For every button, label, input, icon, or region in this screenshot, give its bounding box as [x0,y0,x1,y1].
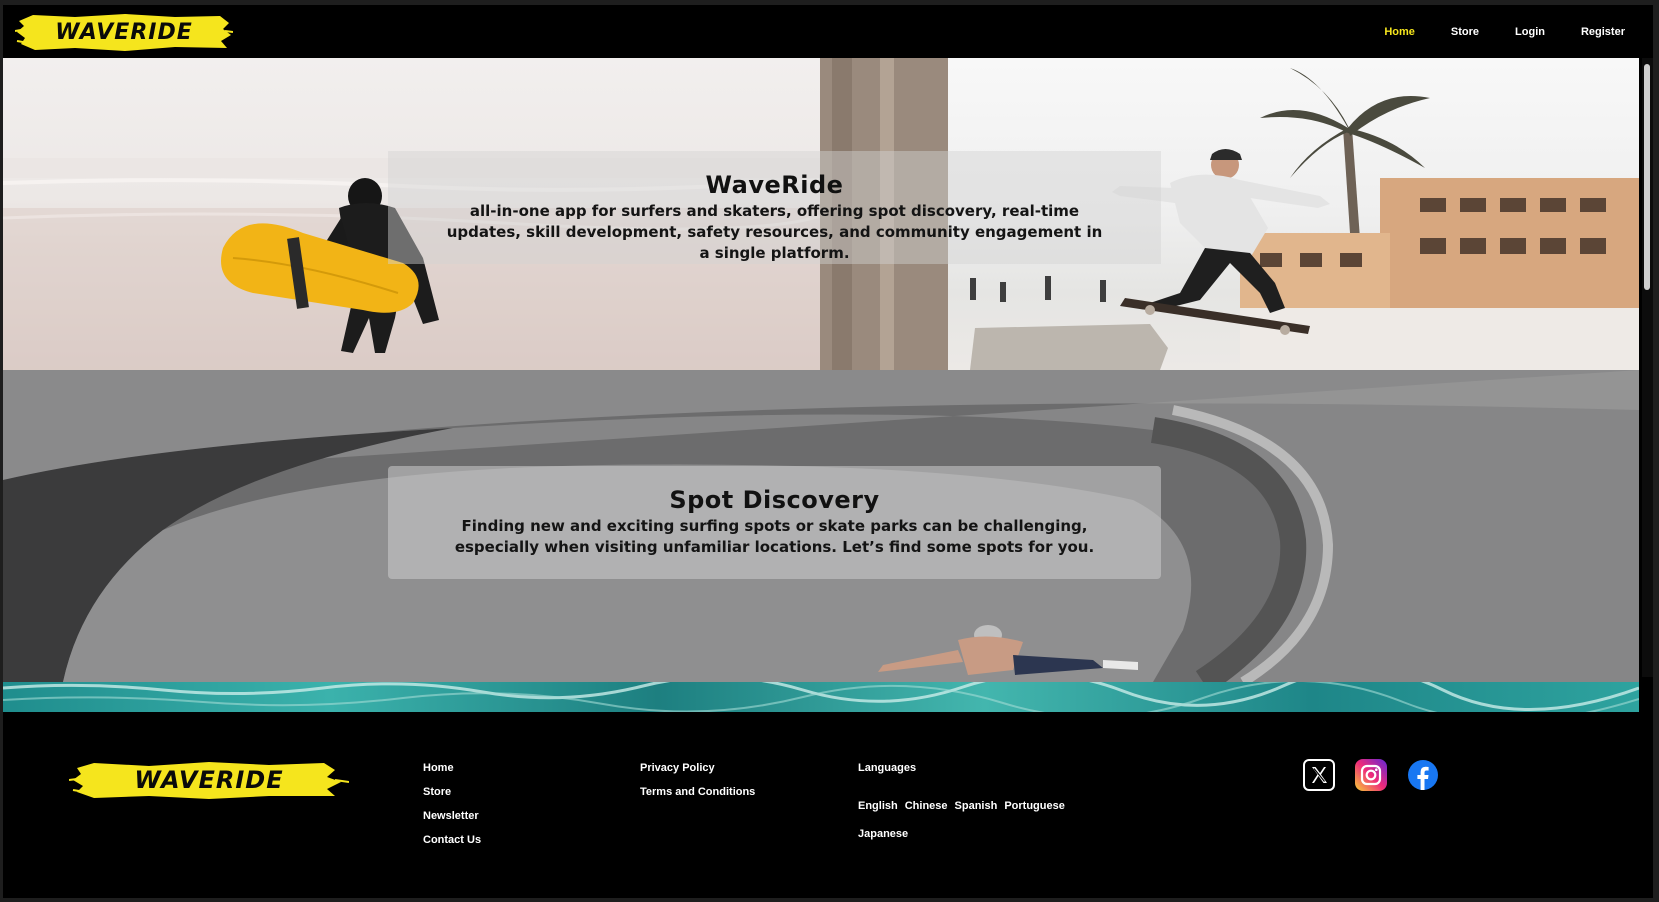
ocean-photo-strip [3,682,1639,712]
spot-discovery-description: Finding new and exciting surfing spots o… [454,517,1095,556]
footer-languages: Languages English Chinese Spanish Portug… [858,762,1065,852]
footer-link-store[interactable]: Store [423,786,481,810]
language-english[interactable]: English [858,800,898,812]
footer-logo-text: WAVERIDE [134,766,284,794]
footer-link-home[interactable]: Home [423,762,481,786]
site-header: WAVERIDE Home Store Login Register [3,5,1653,58]
ocean-waves [3,682,1639,712]
main-nav: Home Store Login Register [1384,5,1653,58]
scrollbar-thumb[interactable] [1644,64,1650,290]
nav-register[interactable]: Register [1581,26,1625,38]
hero-description: all-in-one app for surfers and skaters, … [446,202,1103,262]
footer-link-contact[interactable]: Contact Us [423,834,481,858]
page-viewport: WAVERIDE Home Store Login Register WaveR… [3,5,1653,898]
hero-section: WaveRide all-in-one app for surfers and … [3,58,1639,370]
footer-logo[interactable]: WAVERIDE [69,758,349,802]
footer-legal-links: Privacy Policy Terms and Conditions [640,762,755,810]
facebook-icon[interactable] [1407,759,1439,791]
logo-text: WAVERIDE [55,19,193,45]
hero-card: WaveRide all-in-one app for surfers and … [388,151,1161,264]
instagram-icon[interactable] [1355,759,1387,791]
spot-discovery-section: Spot Discovery Finding new and exciting … [3,370,1639,682]
language-chinese[interactable]: Chinese [905,800,948,812]
hero-title: WaveRide [705,171,844,199]
spot-discovery-title: Spot Discovery [669,486,880,514]
social-links [1303,759,1439,791]
language-list: English Chinese Spanish Portuguese [858,800,1065,812]
language-spanish[interactable]: Spanish [955,800,998,812]
browser-frame: WAVERIDE Home Store Login Register WaveR… [0,0,1659,902]
language-japanese[interactable]: Japanese [858,828,1065,852]
nav-login[interactable]: Login [1515,26,1545,38]
spot-discovery-card: Spot Discovery Finding new and exciting … [388,466,1161,579]
nav-store[interactable]: Store [1451,26,1479,38]
footer-link-privacy[interactable]: Privacy Policy [640,762,755,786]
footer-link-terms[interactable]: Terms and Conditions [640,786,755,810]
footer-nav-links: Home Store Newsletter Contact Us [423,762,481,858]
footer-link-newsletter[interactable]: Newsletter [423,810,481,834]
languages-heading: Languages [858,762,917,774]
header-logo[interactable]: WAVERIDE [15,11,233,53]
page-scrollbar[interactable] [1642,58,1653,677]
site-footer: WAVERIDE Home Store Newsletter Contact U… [3,712,1653,898]
x-icon[interactable] [1303,759,1335,791]
language-portuguese[interactable]: Portuguese [1004,800,1065,812]
nav-home[interactable]: Home [1384,26,1415,38]
